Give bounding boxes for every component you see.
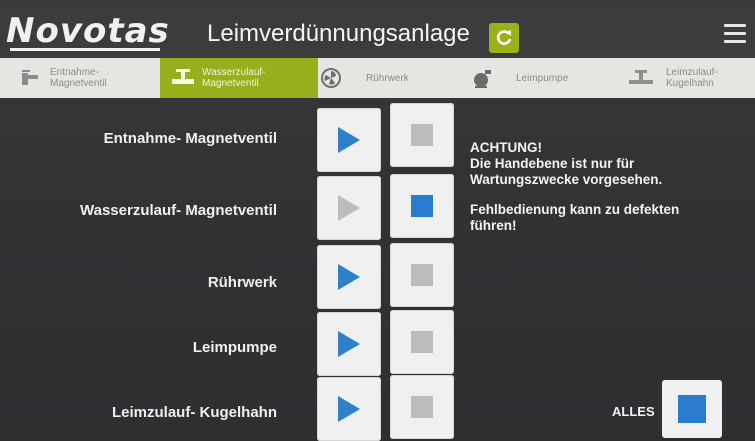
- tab-label: Leimpumpe: [516, 72, 569, 84]
- tab-leimzulauf-kugelhahn[interactable]: Leimzulauf- Kugelhahn: [620, 58, 755, 98]
- tab-label: Rührwerk: [366, 72, 409, 84]
- pump-icon: [470, 67, 496, 89]
- stop-icon: [411, 195, 433, 217]
- maintenance-warning: ACHTUNG! Die Handebene ist nur für Wartu…: [470, 140, 740, 248]
- tab-ruehrwerk[interactable]: Rührwerk: [318, 58, 458, 98]
- play-icon: [338, 264, 360, 290]
- row-label-entnahme: Entnahme- Magnetventil: [103, 130, 277, 147]
- warning-line: führen!: [470, 218, 517, 233]
- tab-bar: Entnahme- Magnetventil Wasserzulauf- Magne…: [0, 58, 755, 98]
- play-icon: [338, 195, 360, 221]
- header-bar: Novotas Leimverdünnungsanlage: [0, 8, 755, 58]
- start-button-leimpumpe[interactable]: [317, 312, 381, 376]
- row-label-ruehrwerk: Rührwerk: [207, 274, 277, 291]
- play-icon: [338, 331, 360, 357]
- logo-underline: [10, 48, 160, 51]
- faucet-icon: [18, 67, 44, 89]
- tab-label: Kugelhahn: [666, 78, 714, 89]
- hamburger-menu-icon[interactable]: [724, 24, 746, 46]
- fan-icon: [318, 67, 344, 89]
- alles-label: ALLES: [612, 404, 655, 419]
- warning-line: Fehlbedienung kann zu defekten: [470, 202, 680, 217]
- tab-label: Magnetventil: [202, 78, 259, 89]
- page-title: Leimverdünnungsanlage: [207, 20, 470, 47]
- warning-line: Wartungszwecke vorgesehen.: [470, 172, 663, 187]
- refresh-icon: [496, 30, 512, 45]
- start-button-ruehrwerk[interactable]: [317, 245, 381, 309]
- stop-button-leimpumpe[interactable]: [390, 310, 454, 374]
- stop-button-wasserzulauf[interactable]: [390, 174, 454, 238]
- tab-wasserzulauf-magnetventil[interactable]: Wasserzulauf- Magnetventil: [160, 58, 318, 98]
- row-label-leimzulauf: Leimzulauf- Kugelhahn: [112, 404, 277, 421]
- tab-label: Entnahme-: [50, 67, 99, 78]
- stop-icon: [411, 331, 433, 353]
- valve-icon: [170, 67, 196, 89]
- novotas-logo: Novotas: [6, 11, 170, 51]
- stop-all-button[interactable]: [662, 380, 722, 438]
- stop-button-entnahme[interactable]: [390, 103, 454, 167]
- refresh-button[interactable]: [489, 23, 519, 53]
- warning-line: Die Handebene ist nur für: [470, 156, 635, 171]
- stop-button-ruehrwerk[interactable]: [390, 243, 454, 307]
- ball-valve-icon: [628, 67, 654, 89]
- row-label-leimpumpe: Leimpumpe: [192, 339, 277, 356]
- start-button-entnahme[interactable]: [317, 108, 381, 172]
- row-label-wasserzulauf: Wasserzulauf- Magnetventil: [80, 202, 277, 219]
- start-button-wasserzulauf[interactable]: [317, 176, 381, 240]
- tab-label: Wasserzulauf-: [202, 67, 266, 78]
- tab-entnahme-magnetventil[interactable]: Entnahme- Magnetventil: [0, 58, 170, 98]
- stop-icon: [411, 396, 433, 418]
- play-icon: [338, 127, 360, 153]
- hmi-screen: Novotas Leimverdünnungsanlage Entnahme- M…: [0, 0, 755, 441]
- stop-button-leimzulauf[interactable]: [390, 375, 454, 439]
- stop-icon: [678, 395, 706, 423]
- stop-icon: [411, 264, 433, 286]
- tab-label: Leimzulauf-: [666, 67, 718, 78]
- warning-heading: ACHTUNG!: [470, 140, 542, 155]
- stop-icon: [411, 124, 433, 146]
- tab-label: Magnetventil: [50, 78, 107, 89]
- start-button-leimzulauf[interactable]: [317, 377, 381, 441]
- tab-leimpumpe[interactable]: Leimpumpe: [470, 58, 610, 98]
- play-icon: [338, 396, 360, 422]
